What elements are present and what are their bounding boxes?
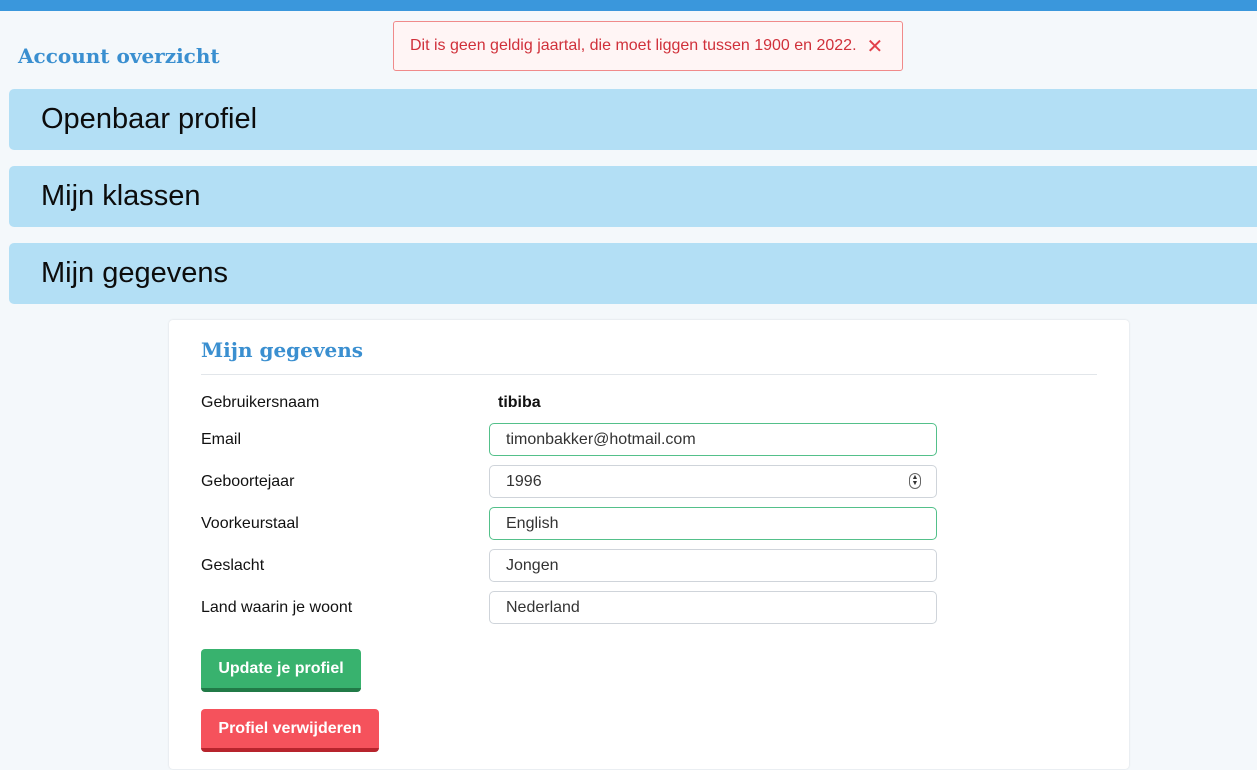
username-value: tibiba bbox=[498, 394, 541, 411]
accordion-label: Openbaar profiel bbox=[41, 103, 258, 135]
birth-year-field[interactable] bbox=[489, 465, 937, 498]
stepper-icon[interactable]: ▲ ▼ bbox=[909, 473, 921, 489]
accordion-openbaar-profiel[interactable]: Openbaar profiel bbox=[9, 89, 1257, 150]
card-title: Mijn gegevens bbox=[201, 338, 364, 362]
top-accent-bar bbox=[0, 0, 1257, 11]
country-field[interactable] bbox=[489, 591, 937, 624]
delete-profile-button[interactable]: Profiel verwijderen bbox=[201, 709, 379, 752]
username-label: Gebruikersnaam bbox=[201, 394, 320, 411]
language-label: Voorkeurstaal bbox=[201, 515, 299, 532]
update-profile-button[interactable]: Update je profiel bbox=[201, 649, 361, 692]
accordion-label: Mijn gegevens bbox=[41, 257, 228, 289]
profile-card: Mijn gegevens Gebruikersnaam tibiba Emai… bbox=[169, 320, 1129, 769]
error-alert: Dit is geen geldig jaartal, die moet lig… bbox=[393, 21, 903, 71]
alert-message: Dit is geen geldig jaartal, die moet lig… bbox=[410, 37, 857, 54]
language-field[interactable] bbox=[489, 507, 937, 540]
country-label: Land waarin je woont bbox=[201, 599, 353, 616]
accordion-mijn-klassen[interactable]: Mijn klassen bbox=[9, 166, 1257, 227]
birth-year-wrapper: ▲▼ bbox=[489, 465, 937, 498]
email-field[interactable] bbox=[489, 423, 937, 456]
accordion-label: Mijn klassen bbox=[41, 180, 201, 212]
email-label: Email bbox=[201, 431, 242, 448]
divider bbox=[201, 374, 1097, 375]
accordion-mijn-gegevens[interactable]: Mijn gegevens bbox=[9, 243, 1257, 304]
close-icon[interactable]: ✕ bbox=[867, 37, 884, 57]
birth-year-label: Geboortejaar bbox=[201, 473, 295, 490]
gender-field[interactable] bbox=[489, 549, 937, 582]
page-title: Account overzicht bbox=[18, 44, 220, 68]
gender-label: Geslacht bbox=[201, 557, 265, 574]
